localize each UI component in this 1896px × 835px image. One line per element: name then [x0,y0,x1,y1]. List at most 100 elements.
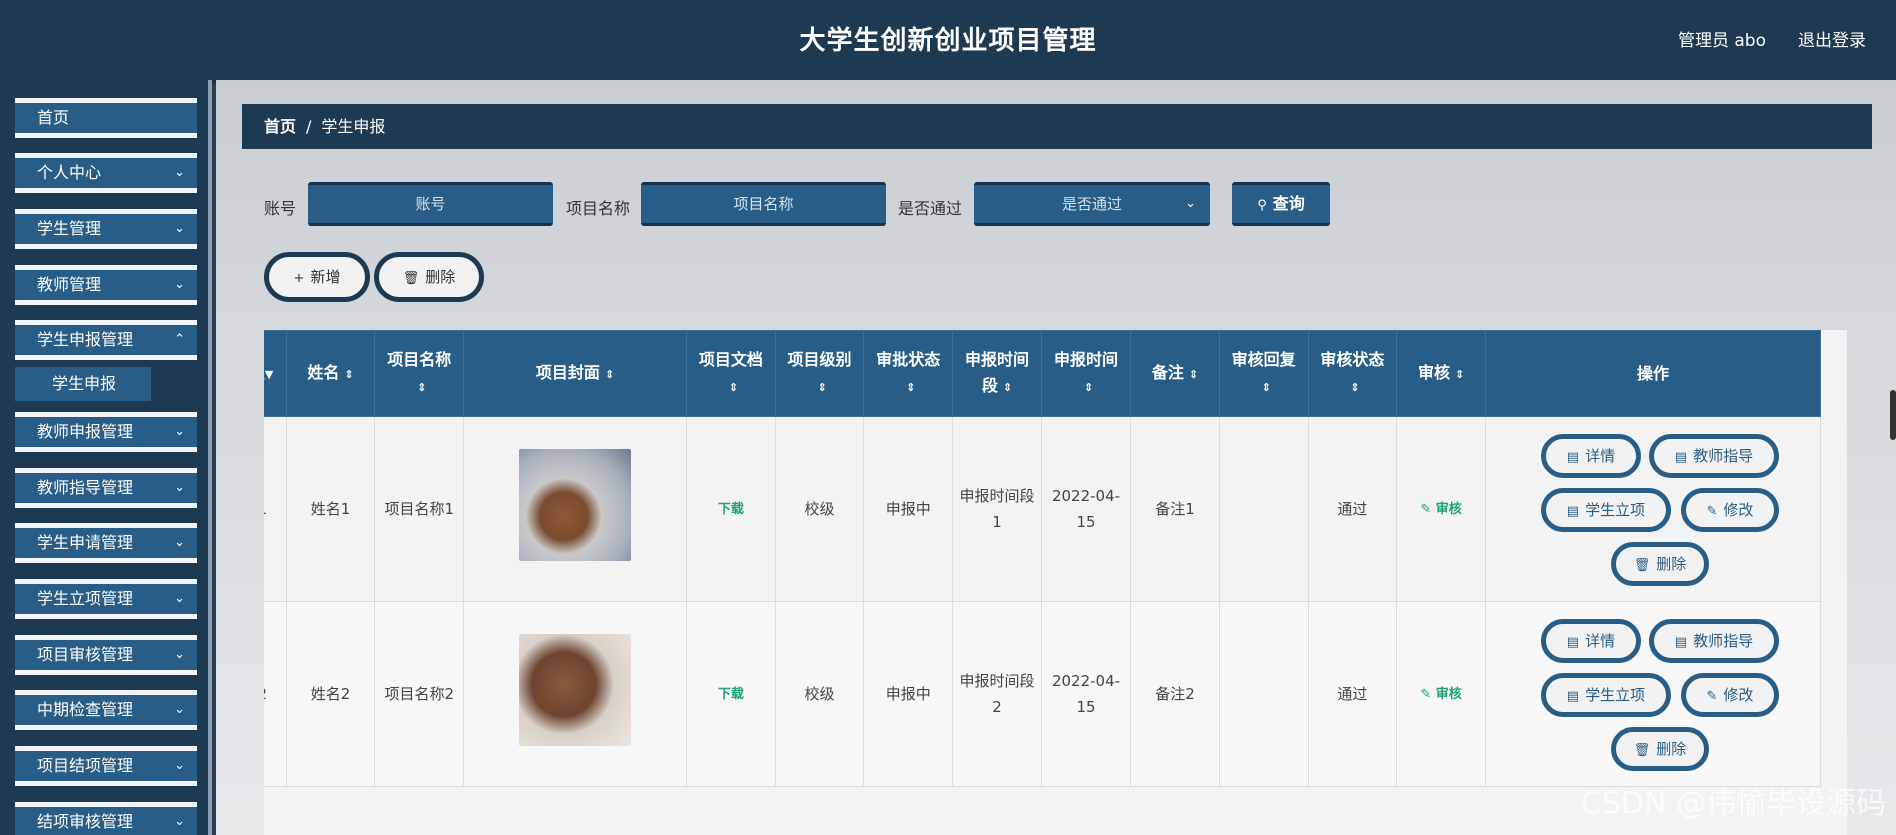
col-period-header[interactable]: 申报时间段 ⇕ [952,330,1042,417]
cell-name: 姓名2 [285,601,376,787]
chevron-down-icon: ⌄ [174,758,185,773]
cell-index: 1 [264,416,287,602]
breadcrumb: 首页 / 学生申报 [242,104,1872,149]
col-reply-header[interactable]: 审核回复 ⇕ [1218,330,1309,417]
chevron-down-icon: ⌄ [174,702,185,717]
cell-reply [1218,416,1309,602]
teacher-guide-button[interactable]: ▤ 教师指导 [1648,619,1779,663]
sort-icon: ⇕ [1454,367,1465,381]
edit-button[interactable]: ✎ 修改 [1680,673,1779,717]
cell-approval: 申报中 [863,601,954,787]
teacher-guide-button[interactable]: ▤ 教师指导 [1648,434,1779,478]
edit-button[interactable]: ✎ 修改 [1680,488,1779,532]
sidebar-item-student-project-mgmt[interactable]: 学生立项管理 ⌄ [15,579,197,619]
row-actions: ▤ 详情 ▤ 教师指导 ▤ 学生立项 ✎ 修改 🗑 删除 [1515,434,1791,586]
document-icon: ▤ [1674,635,1688,650]
project-name-label: 项目名称 [566,199,631,218]
breadcrumb-home[interactable]: 首页 [264,117,296,136]
sidebar-item-student-apply-mgmt[interactable]: 学生申报管理 ⌃ [15,320,197,360]
sidebar-item-project-close-mgmt[interactable]: 项目结项管理 ⌄ [15,746,197,786]
passed-label: 是否通过 [898,199,963,218]
row-actions: ▤ 详情 ▤ 教师指导 ▤ 学生立项 ✎ 修改 🗑 删除 [1515,619,1791,771]
sidebar-item-close-review-mgmt[interactable]: 结项审核管理 ⌄ [15,802,197,835]
sidebar-item-student-request-mgmt[interactable]: 学生申请管理 ⌄ [15,523,197,563]
chevron-down-icon: ⌄ [174,424,185,439]
col-name-header[interactable]: 姓名 ⇕ [285,330,376,417]
edit-icon: ✎ [1706,689,1718,704]
sidebar-item-teacher-guide-mgmt[interactable]: 教师指导管理 ⌄ [15,468,197,508]
batch-delete-button[interactable]: 🗑 删除 [374,252,484,302]
col-review-status-header[interactable]: 审核状态 ⇕ [1307,330,1398,417]
col-time-header[interactable]: 申报时间 ⇕ [1040,330,1132,417]
passed-select[interactable]: 是否通过 ⌄ [974,182,1210,226]
sidebar-item-midterm-check-mgmt[interactable]: 中期检查管理 ⌄ [15,690,197,730]
detail-button[interactable]: ▤ 详情 [1540,619,1641,663]
query-button[interactable]: ⚲ 查询 [1232,182,1330,226]
col-remark-header[interactable]: 备注 ⇕ [1130,330,1220,417]
sort-icon: ⇕ [344,367,354,381]
project-cover-image[interactable] [519,449,632,561]
chevron-down-icon: ⌄ [174,535,185,550]
col-doc-header[interactable]: 项目文档 ⇕ [686,330,776,417]
download-link[interactable]: 下载 [718,502,744,517]
cell-project-name: 项目名称2 [374,601,465,787]
sidebar-subitem-student-apply[interactable]: 学生申报 [15,367,151,401]
table-row: 2 姓名2 项目名称2 下载 校级 申报中 申报时间段2 2022-04-15 … [264,601,1822,787]
project-name-input[interactable] [641,182,886,226]
sort-icon: ⇕ [1261,380,1271,394]
col-approval-header[interactable]: 审批状态 ⇕ [863,330,954,417]
cell-review: ✎ 审核 [1396,601,1486,787]
student-project-button[interactable]: ▤ 学生立项 [1540,673,1671,717]
sort-icon: ▲▼ [264,367,274,381]
app-title: 大学生创新创业项目管理 [799,26,1097,56]
sort-icon: ⇕ [604,367,615,381]
review-link[interactable]: ✎ 审核 [1420,687,1461,702]
chevron-down-icon: ⌄ [174,221,185,236]
account-input[interactable] [308,182,553,226]
logout-link[interactable]: 退出登录 [1798,26,1866,51]
cell-level: 校级 [774,601,865,787]
review-link[interactable]: ✎ 审核 [1420,502,1461,517]
cell-period: 申报时间段1 [952,416,1042,602]
cell-name: 姓名1 [285,416,376,602]
sort-icon: ⇕ [906,380,916,394]
watermark-text: CSDN @伟愉毕设源码 [1580,786,1886,821]
col-cover-header[interactable]: 项目封面 ⇕ [463,330,688,417]
cell-review-status: 通过 [1307,601,1398,787]
document-icon: ▤ [1674,450,1688,465]
cell-project-name: 项目名称1 [374,416,465,602]
download-link[interactable]: 下载 [718,687,744,702]
add-button[interactable]: + 新增 [264,252,370,302]
cell-level: 校级 [774,416,865,602]
cell-doc: 下载 [686,601,776,787]
project-cover-image[interactable] [519,634,632,746]
data-table-container: ▲▼ 姓名⇕ 项目名称⇕ 项目封面⇕ 项目文档⇕ 项目级别⇕ 审批状态⇕ 申报时… [264,330,1847,835]
col-index-header[interactable]: ▲▼ [264,330,287,417]
cell-remark: 备注1 [1130,416,1220,602]
detail-button[interactable]: ▤ 详情 [1540,434,1641,478]
cell-reply [1218,601,1309,787]
sidebar-item-personal-center[interactable]: 个人中心 ⌄ [15,153,197,193]
account-label: 账号 [264,199,297,218]
document-icon: ▤ [1566,689,1580,704]
sidebar-item-teacher-mgmt[interactable]: 教师管理 ⌄ [15,265,197,305]
page-scrollbar[interactable] [1890,390,1896,440]
delete-button[interactable]: 🗑 删除 [1610,727,1709,771]
sort-icon: ⇕ [1188,367,1199,381]
col-level-header[interactable]: 项目级别 ⇕ [774,330,865,417]
chevron-down-icon: ⌄ [174,277,185,292]
chevron-down-icon: ⌄ [1185,196,1196,211]
document-icon: ▤ [1566,635,1580,650]
cell-time: 2022-04-15 [1040,416,1132,602]
document-icon: ▤ [1566,450,1580,465]
sidebar-item-home[interactable]: 首页 [15,98,197,138]
sidebar-item-student-mgmt[interactable]: 学生管理 ⌄ [15,209,197,249]
student-project-button[interactable]: ▤ 学生立项 [1540,488,1671,532]
top-bar: 大学生创新创业项目管理 管理员 abo 退出登录 [0,0,1896,80]
sidebar-item-project-review-mgmt[interactable]: 项目审核管理 ⌄ [15,635,197,675]
trash-icon: 🗑 [1633,558,1651,573]
col-review-header[interactable]: 审核 ⇕ [1396,330,1486,417]
col-project-name-header[interactable]: 项目名称 ⇕ [374,330,465,417]
delete-button[interactable]: 🗑 删除 [1610,542,1709,586]
sidebar-item-teacher-apply-mgmt[interactable]: 教师申报管理 ⌄ [15,412,197,452]
